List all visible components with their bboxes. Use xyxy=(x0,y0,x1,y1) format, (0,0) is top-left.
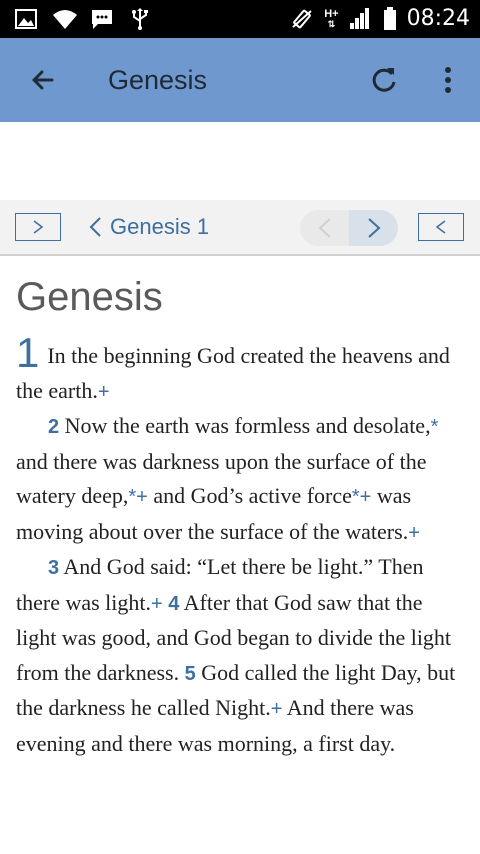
verse-number[interactable]: 2 xyxy=(48,416,59,438)
cross-reference-marker[interactable]: + xyxy=(98,381,110,403)
verse-text: In the beginning God created the heavens… xyxy=(16,343,450,403)
previous-chapter-button[interactable] xyxy=(300,210,349,246)
verse-text: Now the earth was formless and desolate, xyxy=(64,413,431,438)
more-vert-icon xyxy=(445,67,451,93)
chevron-right-icon xyxy=(33,220,44,234)
usb-icon xyxy=(128,7,152,31)
wifi-icon xyxy=(52,7,77,31)
footnote-cross-reference-marker[interactable]: *+ xyxy=(128,486,147,508)
status-bar: H+ ⇅ 08:24 xyxy=(0,0,480,38)
verse-paragraph: 2 Now the earth was formless and desolat… xyxy=(16,409,466,550)
verse-paragraph: 1 In the beginning God created the heaven… xyxy=(16,332,466,409)
clock: 08:24 xyxy=(406,6,470,31)
message-icon xyxy=(90,7,114,31)
cross-reference-marker[interactable]: + xyxy=(271,698,283,720)
footnote-cross-reference-marker[interactable]: *+ xyxy=(352,486,371,508)
cross-reference-marker[interactable]: + xyxy=(408,522,420,544)
chevron-right-icon xyxy=(367,218,380,238)
chapter-selector[interactable]: Genesis 1 xyxy=(88,212,209,242)
vibrate-icon xyxy=(290,7,314,31)
chapter-number: 1 xyxy=(16,329,40,376)
verse-number[interactable]: 3 xyxy=(48,557,59,579)
network-type-label: H+ ⇅ xyxy=(324,8,339,30)
chevron-left-icon xyxy=(318,218,331,238)
refresh-button[interactable] xyxy=(366,62,402,98)
footnote-marker[interactable]: * xyxy=(431,416,439,438)
back-arrow-icon xyxy=(32,70,54,90)
more-options-button[interactable] xyxy=(430,62,466,98)
chapter-label: Genesis 1 xyxy=(110,214,210,239)
cross-reference-marker[interactable]: + xyxy=(151,593,163,615)
left-panel-toggle[interactable] xyxy=(15,213,61,241)
chevron-left-icon xyxy=(435,220,446,234)
battery-icon xyxy=(383,7,397,31)
back-button[interactable] xyxy=(24,62,60,98)
app-bar: Genesis xyxy=(0,38,480,122)
chapter-pager xyxy=(300,210,398,246)
verse-number[interactable]: 4 xyxy=(168,593,179,615)
next-chapter-button[interactable] xyxy=(349,210,398,246)
book-heading: Genesis xyxy=(16,275,163,319)
verse-text: and God’s active force xyxy=(147,483,352,508)
verse-number[interactable]: 5 xyxy=(185,663,196,685)
chapter-nav-strip: Genesis 1 xyxy=(0,200,480,256)
page-title: Genesis xyxy=(108,65,208,95)
refresh-icon xyxy=(372,68,396,92)
signal-icon xyxy=(349,7,373,31)
chevron-left-icon xyxy=(89,217,101,237)
scripture-text: 1 In the beginning God created the heaven… xyxy=(16,332,466,761)
right-panel-toggle[interactable] xyxy=(418,213,464,241)
scripture-content[interactable]: Genesis 1 In the beginning God created th… xyxy=(0,256,480,854)
verse-paragraph: 3 And God said: “Let there be light.” Th… xyxy=(16,550,466,761)
image-notification-icon xyxy=(14,7,38,31)
